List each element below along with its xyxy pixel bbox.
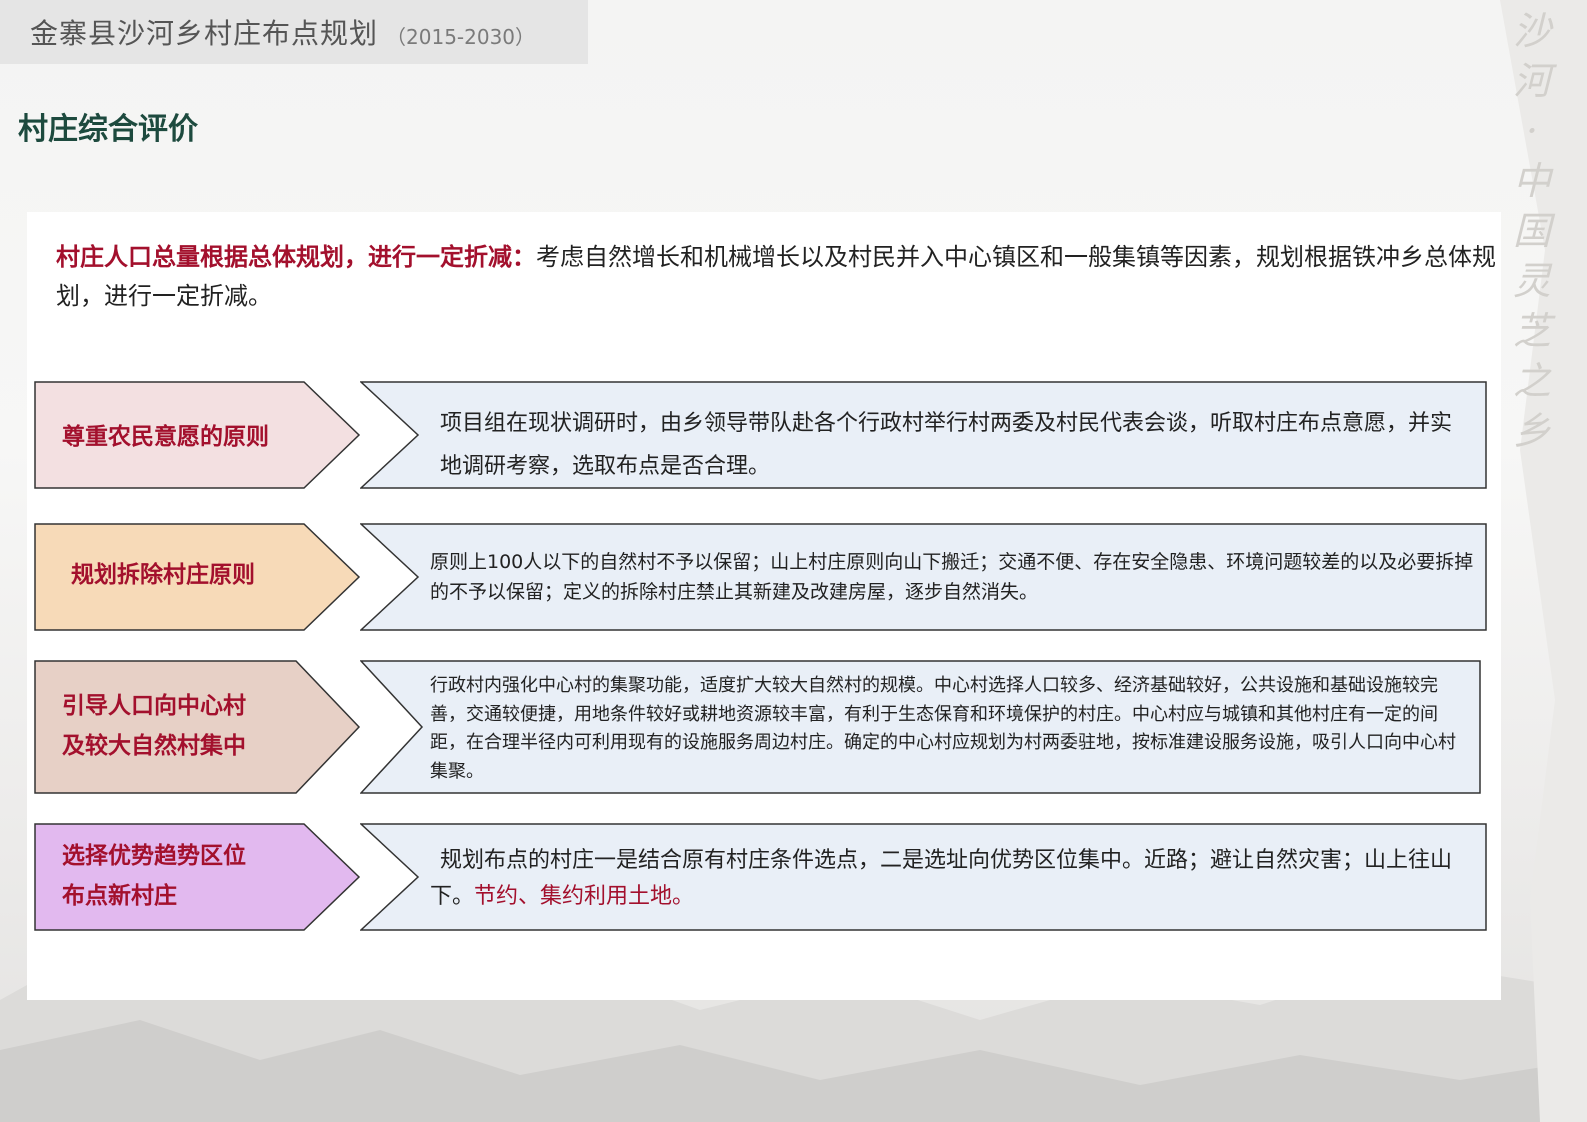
principle-row-1: 尊重农民意愿的原则 项目组在现状调研时，由乡领导带队赴各个行政村举行村两委及村民… [34, 381, 1494, 489]
principle-label-line-1: 选择优势趋势区位 [62, 843, 246, 869]
intro-paragraph: 村庄人口总量根据总体规划，进行一定折减：考虑自然增长和机械增长以及村民并入中心镇… [56, 238, 1496, 316]
principle-description-emphasis: 节约、集约利用土地。 [474, 884, 695, 909]
principle-row-3: 引导人口向中心村 及较大自然村集中 行政村内强化中心村的集聚功能，适度扩大较大自… [34, 660, 1494, 794]
document-year-range: （2015-2030） [386, 24, 536, 49]
section-title: 村庄综合评价 [18, 112, 198, 147]
header-bar: 金寨县沙河乡村庄布点规划 （2015-2030） [0, 0, 588, 64]
document-title: 金寨县沙河乡村庄布点规划 [30, 17, 379, 50]
vertical-slogan: 沙 河 · 中 国 灵 芝 之 乡 [1512, 9, 1551, 453]
intro-emphasis: 村庄人口总量根据总体规划，进行一定折减： [56, 243, 536, 271]
principle-description: 项目组在现状调研时，由乡领导带队赴各个行政村举行村两委及村民代表会谈，听取村庄布… [440, 411, 1453, 479]
principle-label-line-2: 及较大自然村集中 [62, 733, 246, 759]
principle-label: 规划拆除村庄原则 [71, 562, 255, 588]
principle-row-2: 规划拆除村庄原则 原则上100人以下的自然村不予以保留；山上村庄原则向山下搬迁；… [34, 523, 1494, 631]
principle-description: 原则上100人以下的自然村不予以保留；山上村庄原则向山下搬迁；交通不便、存在安全… [430, 551, 1474, 603]
principle-row-4: 选择优势趋势区位 布点新村庄 规划布点的村庄一是结合原有村庄条件选点，二是选址向… [34, 823, 1494, 931]
principle-label-line-1: 引导人口向中心村 [62, 693, 246, 719]
principle-description: 规划布点的村庄一是结合原有村庄条件选点，二是选址向优势区位集中。近路；避让自然灾… [430, 843, 1460, 915]
principle-description: 行政村内强化中心村的集聚功能，适度扩大较大自然村的规模。中心村选择人口较多、经济… [430, 675, 1456, 782]
principle-label-line-2: 布点新村庄 [62, 883, 177, 909]
principle-label: 尊重农民意愿的原则 [62, 424, 269, 450]
